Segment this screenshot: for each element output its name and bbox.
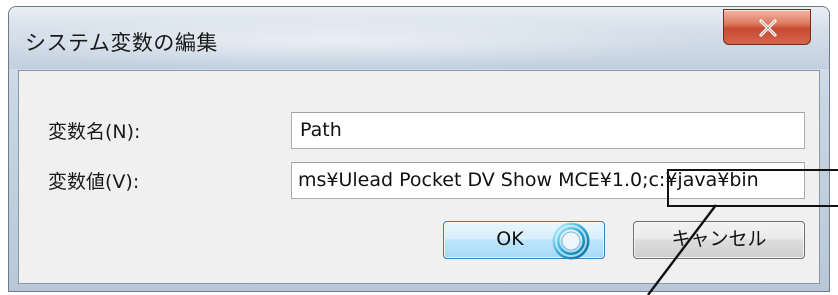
dialog-content: 変数名(N): Path 変数値(V): ms¥Ulead Pocket DV …: [18, 70, 820, 284]
cancel-button[interactable]: キャンセル: [633, 221, 805, 259]
close-icon: [759, 19, 777, 37]
close-button[interactable]: [723, 9, 811, 45]
variable-name-label: 変数名(N):: [48, 121, 141, 143]
cancel-button-label: キャンセル: [671, 228, 767, 250]
variable-value-label: 変数値(V):: [48, 171, 140, 193]
variable-value-input[interactable]: ms¥Ulead Pocket DV Show MCE¥1.0;c:¥java¥…: [291, 162, 805, 199]
variable-name-input[interactable]: Path: [291, 112, 805, 149]
dialog-window: システム変数の編集 変数名(N): Path 変数値(V): ms¥Ulead …: [8, 6, 830, 292]
window-title: システム変数の編集: [25, 31, 218, 55]
title-bar[interactable]: システム変数の編集: [9, 7, 829, 69]
ok-button-label: OK: [496, 228, 524, 250]
busy-cursor-icon: [552, 222, 590, 260]
